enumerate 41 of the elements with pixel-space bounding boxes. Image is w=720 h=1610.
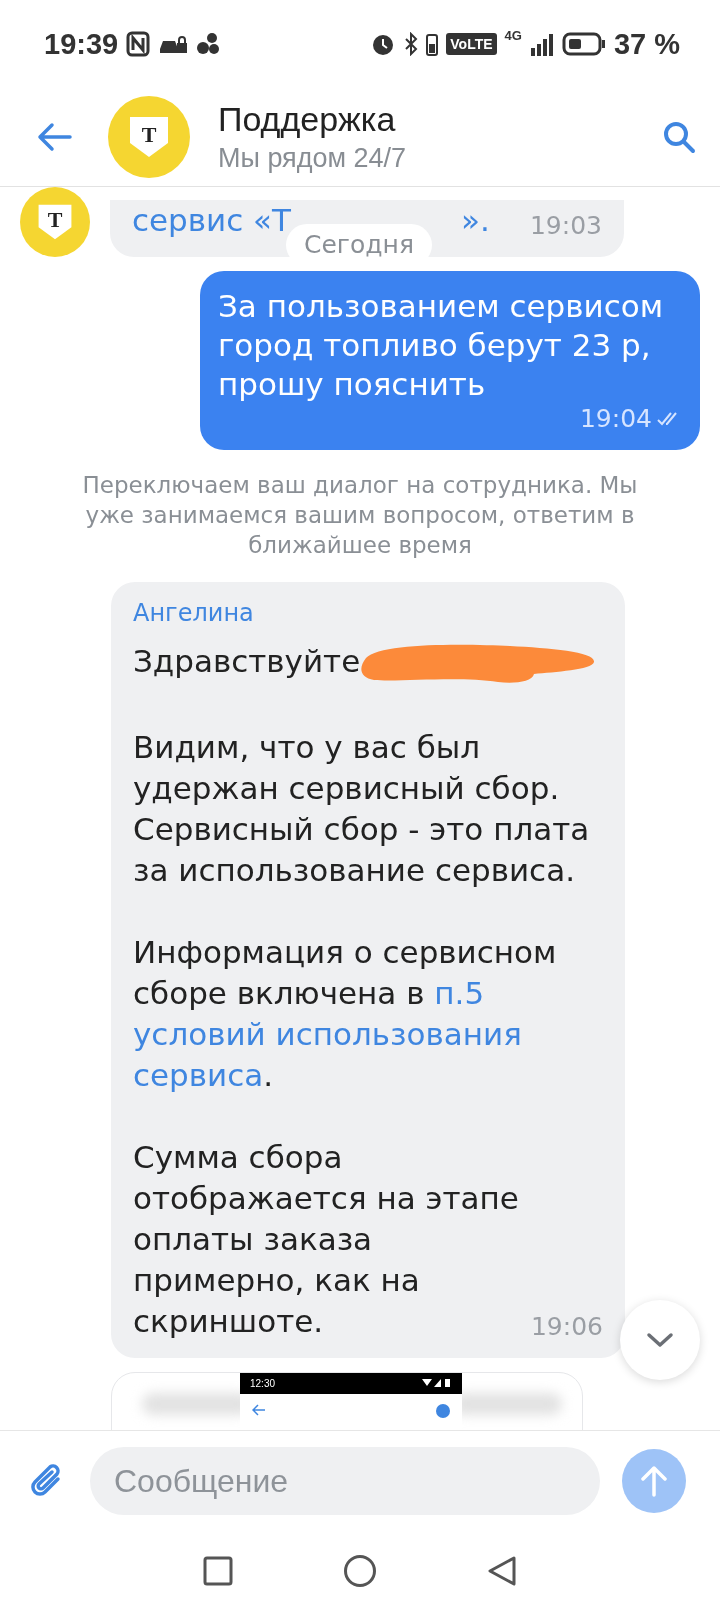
- back-icon[interactable]: [36, 122, 72, 152]
- status-time: 19:39: [44, 27, 119, 61]
- signal-icon: [529, 32, 554, 56]
- battery-icon: [561, 32, 606, 56]
- author-name: Ангелина: [133, 598, 255, 628]
- message-time: 19:04: [579, 404, 652, 434]
- system-message: Переключаем ваш диалог на сотрудника. Мы уже занимаемся вашим вопросом, ответим в ближайшее время: [81, 471, 639, 560]
- link-text[interactable]: условий использования: [133, 1016, 522, 1052]
- preview-time: 12:30: [250, 1377, 276, 1389]
- image-attachment[interactable]: 12:30: [111, 1372, 583, 1430]
- recents-icon[interactable]: [203, 1555, 233, 1586]
- battery-small-icon: [426, 32, 439, 56]
- back-icon: [252, 1404, 266, 1416]
- message-time: 19:03: [529, 211, 602, 241]
- bluetooth-icon: [404, 32, 419, 56]
- battery-percent: 37 %: [613, 27, 680, 61]
- message-text: Сумма сбора отображается на этапе оплаты заказа примерно, как на скриншоте.: [133, 1138, 520, 1341]
- link-text[interactable]: ».: [461, 200, 490, 241]
- link-text[interactable]: сервиса: [133, 1057, 264, 1093]
- avatar: Т: [20, 187, 90, 257]
- arrow-up-icon: [641, 1465, 667, 1497]
- volte-badge: VoLTE: [446, 33, 497, 55]
- car-lock-icon: [158, 33, 189, 55]
- chevron-down-icon: [646, 1332, 674, 1348]
- nfc-icon: [126, 31, 151, 57]
- message-field[interactable]: Сообщение: [90, 1447, 600, 1515]
- chat-title: Поддержка: [218, 100, 397, 139]
- status-icons: [422, 1378, 452, 1388]
- help-icon: [436, 1404, 450, 1418]
- chat-subtitle: Мы рядом 24/7: [218, 143, 408, 174]
- message-text: Информация о сервисном сборе включена в п.5 условий использования сервиса.: [133, 933, 558, 1095]
- link-text[interactable]: п.5: [434, 975, 485, 1011]
- back-nav-icon[interactable]: [487, 1554, 517, 1587]
- message-text: За пользованием сервисом город топливо берут 23 р, прошу пояснить: [218, 287, 665, 404]
- home-icon[interactable]: [343, 1553, 377, 1588]
- message-text: Здравствуйте: [133, 641, 361, 681]
- search-icon[interactable]: [662, 120, 696, 154]
- message-time: 19:06: [530, 1312, 603, 1342]
- avatar: Т: [108, 96, 190, 178]
- message-text: Видим, что у вас был удержан сервисный сбор. Сервисный сбор - это плата за использование сервиса.: [133, 728, 591, 890]
- network-type: 4G: [504, 28, 522, 43]
